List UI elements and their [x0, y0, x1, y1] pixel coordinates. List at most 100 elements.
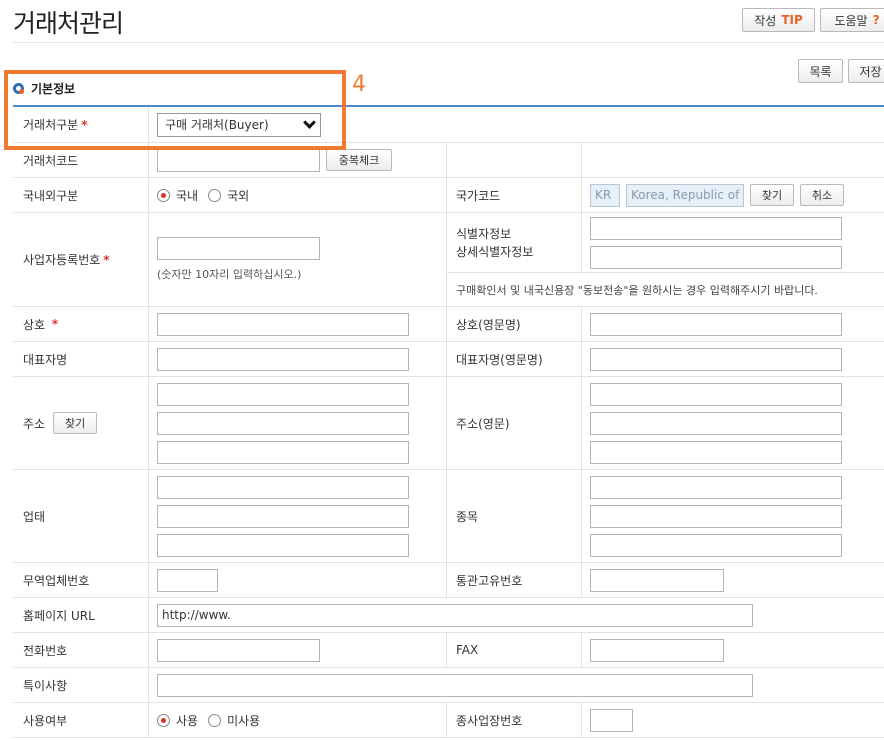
country-code-cell: KR Korea, Republic of 찾기 취소	[582, 178, 884, 212]
biz-item-input-3[interactable]	[590, 533, 842, 557]
address-label-cell: 주소 찾기	[13, 377, 149, 469]
trade-no-input[interactable]	[157, 568, 218, 592]
address-en-line1-input[interactable]	[590, 382, 842, 406]
country-name-input: Korea, Republic of	[626, 183, 744, 207]
ceo-en-input[interactable]	[590, 347, 842, 371]
biz-reg-label: 사업자등록번호 *	[13, 213, 149, 306]
homepage-input[interactable]: http://www.	[157, 603, 753, 627]
remarks-input[interactable]	[157, 673, 753, 697]
writing-tip-button[interactable]: 작성 TIP	[742, 8, 815, 32]
id-info-block: 식별자정보 상세식별자정보 구매확인서 및 내국신용장 "동보전송"을 원하시는…	[447, 213, 884, 306]
save-button[interactable]: 저장	[848, 59, 884, 83]
homepage-label: 홈페이지 URL	[13, 598, 149, 632]
page-title: 거래처관리	[13, 9, 124, 38]
required-mark: *	[51, 317, 59, 331]
basic-info-form: 거래처구분 * 구매 거래처(Buyer) 거래처코드 중복체크 국내외구분 국내…	[13, 105, 884, 738]
tip-label: 작성	[754, 13, 777, 28]
list-button[interactable]: 목록	[798, 59, 843, 83]
tip-accent: TIP	[781, 13, 803, 27]
homepage-cell: http://www.	[149, 598, 884, 632]
row-biz-reg: 사업자등록번호 * (숫자만 10자리 입력하십시오.) 식별자정보 상세식별자정…	[13, 213, 884, 307]
biz-item-label: 종목	[447, 470, 582, 562]
empty-value-cell	[582, 143, 884, 177]
row-domestic: 국내외구분 국내 국외 국가코드 KR Korea, Republic of 찾…	[13, 178, 884, 213]
phone-cell	[149, 633, 447, 667]
customs-no-cell	[582, 563, 884, 597]
address-en-label: 주소(영문)	[447, 377, 582, 469]
address-en-cell	[582, 377, 884, 469]
help-button[interactable]: 도움말?	[820, 8, 884, 32]
row-usage: 사용여부 사용 미사용 종사업장번호	[13, 703, 884, 738]
biz-item-cell	[582, 470, 884, 562]
id-info-cell	[582, 213, 884, 272]
customs-no-label: 통관고유번호	[447, 563, 582, 597]
company-input[interactable]	[157, 312, 409, 336]
title-divider	[13, 42, 884, 43]
radio-unchecked-icon	[208, 188, 222, 202]
duplicate-check-button[interactable]: 중복체크	[326, 149, 392, 171]
address-line1-input[interactable]	[157, 382, 409, 406]
id-info-input[interactable]	[590, 216, 842, 240]
row-ceo: 대표자명 대표자명(영문명)	[13, 342, 884, 377]
country-cancel-button[interactable]: 취소	[800, 184, 844, 206]
annotation-number: 4	[352, 72, 366, 97]
country-code-label: 국가코드	[447, 178, 582, 212]
ceo-input[interactable]	[157, 347, 409, 371]
row-remarks: 특이사항	[13, 668, 884, 703]
id-info-label: 식별자정보	[456, 226, 512, 241]
company-en-cell	[582, 307, 884, 341]
country-code-input: KR	[590, 183, 620, 207]
company-cell	[149, 307, 447, 341]
radio-domestic[interactable]: 국내	[157, 187, 198, 204]
ceo-label: 대표자명	[13, 342, 149, 376]
biz-type-input-1[interactable]	[157, 475, 409, 499]
remarks-cell	[149, 668, 884, 702]
radio-overseas[interactable]: 국외	[208, 187, 249, 204]
country-find-button[interactable]: 찾기	[750, 184, 794, 206]
biz-item-input-1[interactable]	[590, 475, 842, 499]
address-cell	[149, 377, 447, 469]
row-homepage: 홈페이지 URL http://www.	[13, 598, 884, 633]
ceo-cell	[149, 342, 447, 376]
fax-input[interactable]	[590, 638, 724, 662]
id-info-labels: 식별자정보 상세식별자정보	[447, 213, 582, 272]
biz-item-input-2[interactable]	[590, 504, 842, 528]
biz-type-cell	[149, 470, 447, 562]
radio-unused[interactable]: 미사용	[208, 712, 260, 729]
detail-id-info-input[interactable]	[590, 245, 842, 269]
trade-no-label: 무역업체번호	[13, 563, 149, 597]
id-info-notice: 구매확인서 및 내국신용장 "동보전송"을 원하시는 경우 입력해주시기 바랍니…	[456, 283, 818, 297]
company-en-input[interactable]	[590, 312, 842, 336]
usage-label: 사용여부	[13, 703, 149, 737]
help-label: 도움말	[834, 13, 868, 28]
address-line2-input[interactable]	[157, 411, 409, 435]
customs-no-input[interactable]	[590, 568, 724, 592]
partner-code-input[interactable]	[157, 148, 320, 172]
biz-type-input-3[interactable]	[157, 533, 409, 557]
row-company: 상호 * 상호(영문명)	[13, 307, 884, 342]
detail-id-info-label: 상세식별자정보	[456, 244, 534, 259]
help-icon: ?	[872, 13, 880, 27]
row-biz-type: 업태 종목	[13, 470, 884, 563]
address-line3-input[interactable]	[157, 440, 409, 464]
company-label: 상호 *	[13, 307, 149, 341]
row-address: 주소 찾기 주소(영문)	[13, 377, 884, 470]
biz-type-input-2[interactable]	[157, 504, 409, 528]
address-en-line3-input[interactable]	[590, 440, 842, 464]
address-find-button[interactable]: 찾기	[53, 412, 98, 434]
annotation-highlight-box	[4, 70, 346, 150]
phone-label: 전화번호	[13, 633, 149, 667]
radio-checked-icon	[157, 188, 170, 202]
address-en-line2-input[interactable]	[590, 411, 842, 435]
ceo-en-label: 대표자명(영문명)	[447, 342, 582, 376]
radio-checked-icon	[157, 713, 170, 727]
company-en-label: 상호(영문명)	[447, 307, 582, 341]
branch-no-input[interactable]	[590, 708, 633, 732]
branch-no-cell	[582, 703, 884, 737]
row-phone: 전화번호 FAX	[13, 633, 884, 668]
biz-reg-input[interactable]	[157, 237, 320, 260]
radio-use[interactable]: 사용	[157, 712, 198, 729]
phone-input[interactable]	[157, 638, 320, 662]
remarks-label: 특이사항	[13, 668, 149, 702]
fax-label: FAX	[447, 633, 582, 667]
